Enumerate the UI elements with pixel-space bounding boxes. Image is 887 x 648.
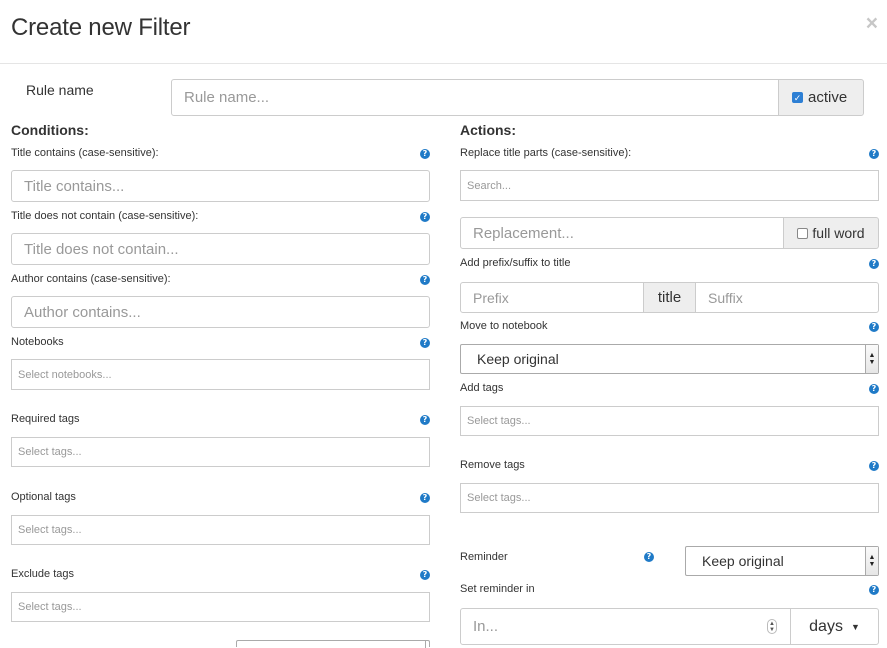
add-tags-label: Add tags — [460, 382, 504, 394]
remove-tags-select[interactable] — [460, 483, 879, 513]
replacement-input[interactable] — [460, 217, 785, 249]
select-arrow-icon: ▲ ▼ — [865, 345, 878, 373]
title-contains-label: Title contains (case-sensitive): — [11, 147, 159, 159]
prefix-suffix-label: Add prefix/suffix to title — [460, 257, 571, 269]
reminder-select[interactable]: Keep original ▲ ▼ — [685, 546, 879, 576]
dialog-title: Create new Filter — [11, 14, 191, 41]
optional-tags-label: Optional tags — [11, 491, 76, 503]
question-circle-icon[interactable]: ? — [420, 275, 430, 285]
title-addon: title — [643, 282, 696, 313]
move-notebook-value: Keep original — [477, 351, 559, 367]
title-not-contains-input[interactable] — [11, 233, 430, 265]
days-label: days — [809, 617, 843, 635]
select-arrow-icon: ▲ ▼ — [865, 547, 878, 575]
prefix-input[interactable] — [460, 282, 644, 313]
question-circle-icon[interactable]: ? — [869, 259, 879, 269]
add-tags-select[interactable] — [460, 406, 879, 436]
replace-title-label: Replace title parts (case-sensitive): — [460, 147, 632, 159]
question-circle-icon[interactable]: ? — [869, 384, 879, 394]
number-stepper-icon[interactable]: ▲ ▼ — [767, 619, 777, 634]
rule-name-label: Rule name — [26, 82, 94, 98]
exclude-tags-select[interactable] — [11, 592, 430, 622]
active-toggle[interactable]: ✓ active — [778, 79, 864, 116]
suffix-input[interactable] — [695, 282, 879, 313]
required-tags-label: Required tags — [11, 413, 80, 425]
author-contains-label: Author contains (case-sensitive): — [11, 273, 171, 285]
remove-tags-label: Remove tags — [460, 459, 525, 471]
question-circle-icon[interactable]: ? — [869, 461, 879, 471]
partial-select[interactable] — [236, 640, 430, 648]
replace-search-input[interactable] — [460, 170, 879, 201]
caret-down-icon: ▼ — [850, 621, 860, 632]
rule-name-input[interactable] — [171, 79, 780, 116]
title-not-contains-label: Title does not contain (case-sensitive): — [11, 210, 199, 222]
actions-title: Actions: — [460, 122, 516, 138]
question-circle-icon[interactable]: ? — [869, 149, 879, 159]
header-divider — [0, 63, 887, 64]
conditions-title: Conditions: — [11, 122, 89, 138]
question-circle-icon[interactable]: ? — [420, 149, 430, 159]
question-circle-icon[interactable]: ? — [420, 493, 430, 503]
full-word-checkbox[interactable] — [797, 227, 809, 239]
close-icon[interactable]: × — [866, 13, 878, 34]
question-circle-icon[interactable]: ? — [644, 552, 654, 562]
move-notebook-select[interactable]: Keep original ▲ ▼ — [460, 344, 879, 374]
question-circle-icon[interactable]: ? — [869, 585, 879, 595]
reminder-label: Reminder — [460, 551, 508, 563]
notebooks-select[interactable] — [11, 359, 430, 390]
optional-tags-select[interactable] — [11, 515, 430, 545]
move-notebook-label: Move to notebook — [460, 320, 548, 332]
full-word-toggle[interactable]: full word — [783, 217, 879, 249]
author-contains-input[interactable] — [11, 296, 430, 328]
reminder-value: Keep original — [702, 553, 784, 569]
question-circle-icon[interactable]: ? — [869, 322, 879, 332]
question-circle-icon[interactable]: ? — [420, 570, 430, 580]
required-tags-select[interactable] — [11, 437, 430, 467]
notebooks-label: Notebooks — [11, 336, 64, 348]
days-dropdown-button[interactable]: days ▼ — [790, 608, 879, 645]
set-reminder-label: Set reminder in — [460, 583, 535, 595]
question-circle-icon[interactable]: ? — [420, 415, 430, 425]
active-checkbox[interactable]: ✓ — [792, 92, 803, 103]
question-circle-icon[interactable]: ? — [420, 338, 430, 348]
exclude-tags-label: Exclude tags — [11, 568, 74, 580]
active-label: active — [808, 89, 848, 106]
title-contains-input[interactable] — [11, 170, 430, 202]
reminder-in-input[interactable] — [460, 608, 791, 645]
question-circle-icon[interactable]: ? — [420, 212, 430, 222]
full-word-label: full word — [812, 225, 865, 241]
